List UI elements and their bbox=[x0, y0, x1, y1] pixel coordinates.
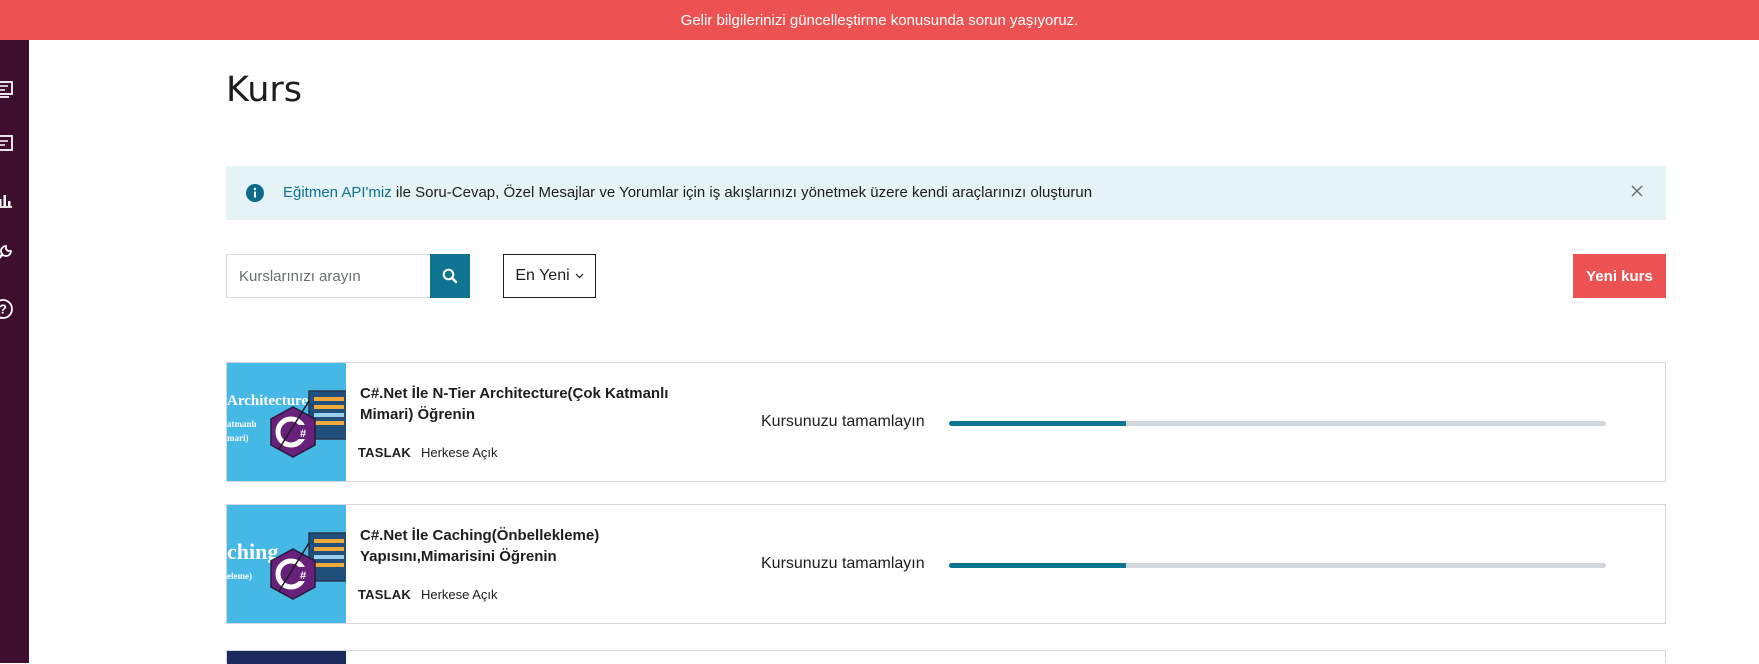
instructor-api-link[interactable]: Eğitmen API'miz bbox=[283, 184, 392, 201]
complete-course-label: Kursunuzu tamamlayın bbox=[761, 413, 925, 430]
chevron-down-icon bbox=[575, 273, 584, 279]
search-button[interactable] bbox=[430, 254, 470, 298]
page-title: Kurs bbox=[226, 70, 303, 110]
svg-text:#: # bbox=[300, 570, 306, 582]
svg-text:#: # bbox=[300, 428, 306, 440]
progress-fill bbox=[949, 563, 1127, 568]
thumbnail-subtitle: atmanlı mari) bbox=[227, 419, 257, 443]
thumbnail-subtitle: eleme) bbox=[227, 571, 252, 581]
help-icon[interactable]: ? bbox=[0, 298, 14, 320]
banner-text: Gelir bilgilerinizi güncelleştirme konus… bbox=[680, 11, 1079, 29]
course-card[interactable] bbox=[226, 650, 1666, 664]
csharp-logo-icon: # bbox=[270, 532, 346, 600]
sort-dropdown[interactable]: En Yeni bbox=[503, 254, 596, 298]
sort-selected: En Yeni bbox=[515, 267, 570, 284]
search-icon bbox=[442, 268, 458, 284]
complete-course-label: Kursunuzu tamamlayın bbox=[761, 555, 925, 572]
info-description: ile Soru-Cevap, Özel Mesajlar ve Yorumla… bbox=[391, 184, 1093, 201]
search-input[interactable] bbox=[227, 255, 431, 297]
course-card[interactable]: ching eleme) # C#.Net İle Caching(Önbell… bbox=[226, 504, 1666, 624]
status-badge: TASLAK bbox=[358, 445, 411, 460]
sidebar: ? bbox=[0, 40, 29, 663]
course-thumbnail bbox=[227, 651, 346, 664]
svg-text:?: ? bbox=[0, 302, 7, 317]
course-title[interactable]: C#.Net İle Caching(Önbellekleme) Yapısın… bbox=[360, 525, 700, 567]
bar-chart-icon[interactable] bbox=[0, 188, 14, 210]
search-box bbox=[226, 254, 470, 298]
message-icon[interactable] bbox=[0, 132, 14, 154]
info-text: Eğitmen API'miz ile Soru-Cevap, Özel Mes… bbox=[283, 184, 1092, 201]
course-thumbnail: ching eleme) # bbox=[227, 505, 346, 623]
instructor-api-info-box: Eğitmen API'miz ile Soru-Cevap, Özel Mes… bbox=[226, 166, 1666, 220]
course-card[interactable]: Architecture atmanlı mari) # C#.Net İle N… bbox=[226, 362, 1666, 482]
info-icon bbox=[246, 184, 264, 202]
course-title[interactable]: C#.Net İle N-Tier Architecture(Çok Katma… bbox=[360, 383, 700, 425]
new-course-button[interactable]: Yeni kurs bbox=[1573, 254, 1666, 298]
tv-icon[interactable] bbox=[0, 78, 14, 100]
wrench-icon[interactable] bbox=[0, 243, 14, 265]
course-meta: TASLAK Herkese Açık bbox=[358, 445, 498, 460]
close-icon[interactable] bbox=[1630, 184, 1644, 198]
visibility-label: Herkese Açık bbox=[420, 445, 498, 460]
progress-bar bbox=[949, 563, 1606, 568]
progress-fill bbox=[949, 421, 1127, 426]
course-thumbnail: Architecture atmanlı mari) # bbox=[227, 363, 346, 481]
csharp-logo-icon: # bbox=[270, 390, 346, 458]
revenue-alert-banner: Gelir bilgilerinizi güncelleştirme konus… bbox=[0, 0, 1759, 40]
progress-bar bbox=[949, 421, 1606, 426]
status-badge: TASLAK bbox=[358, 587, 411, 602]
visibility-label: Herkese Açık bbox=[420, 587, 498, 602]
course-meta: TASLAK Herkese Açık bbox=[358, 587, 498, 602]
